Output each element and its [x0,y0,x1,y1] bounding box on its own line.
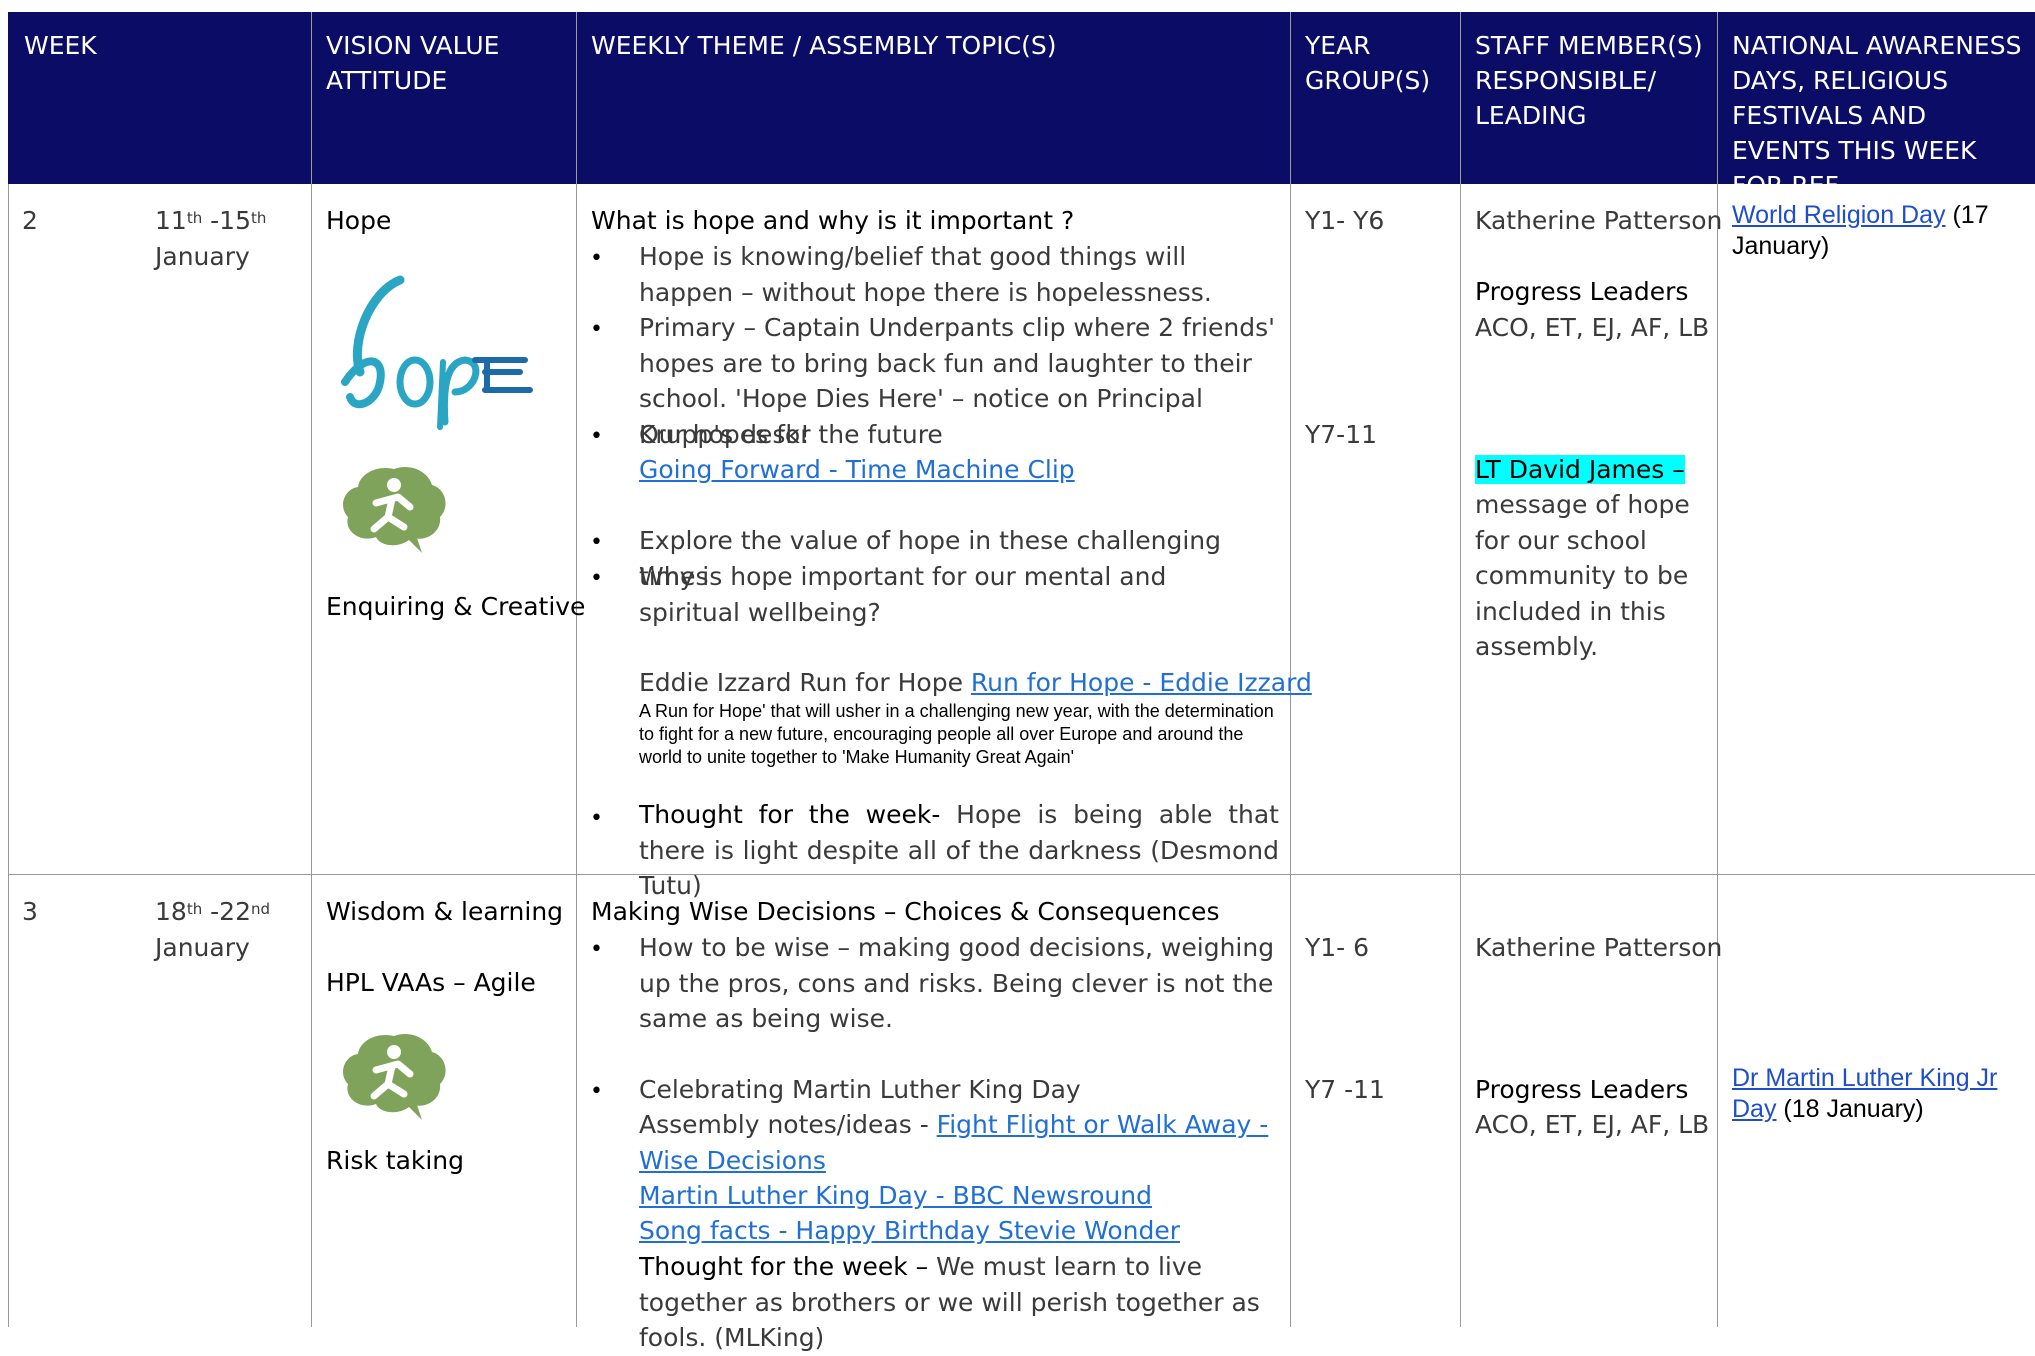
theme-bullet: Celebrating Martin Luther King Day [639,1075,1081,1104]
col-divider [1460,12,1461,1327]
link-mlk-newsround[interactable]: Martin Luther King Day - BBC Newsround [639,1178,1152,1214]
national-event: Dr Martin Luther King Jr Day (18 January… [1732,1064,1998,1123]
running-figure-icon [343,1033,446,1120]
table-left-border [8,184,9,1327]
staff-initials: ACO, ET, EJ, AF, LB [1475,313,1710,342]
week-number: 2 [22,206,38,235]
bullet: • [590,937,603,962]
run-description: A Run for Hope' that will usher in a cha… [639,701,1274,767]
header-week: WEEK [24,31,97,60]
attitude: Enquiring & Creative [326,592,586,621]
year-group: Y7 -11 [1305,1075,1385,1104]
vision-value: Wisdom & learning [326,897,564,926]
vision-value-2: HPL VAAs – Agile [326,968,536,997]
staff-highlight: LT David James – [1475,455,1685,484]
bullet: • [590,246,603,271]
staff-leaders: Progress Leaders [1475,277,1689,306]
bullet: • [590,530,603,555]
link-run-hope[interactable]: Run for Hope - Eddie Izzard [971,668,1312,697]
bullet: • [590,424,603,449]
header-theme: WEEKLY THEME / ASSEMBLY TOPIC(S) [591,31,1057,60]
assembly-planner-sheet: WEEK VISION VALUE ATTITUDE WEEKLY THEME … [0,0,2035,1352]
col-divider [576,12,577,1327]
bullet: • [590,1079,603,1104]
bullet: • [590,566,603,591]
week-dates: 18th -22nd January [155,897,271,962]
week-dates: 11th -15th January [155,206,267,271]
col-divider [311,12,312,1327]
year-group: Y1- 6 [1305,933,1370,962]
link-world-religion-day[interactable]: World Religion Day [1732,201,1946,229]
week-number: 3 [22,897,38,926]
theme-bullet: Hope is knowing/belief that good things … [639,242,1212,307]
header-staff: STAFF MEMBER(S) RESPONSIBLE/ LEADING [1475,31,1703,130]
theme-title: What is hope and why is it important ? [591,206,1075,235]
staff-name: Katherine Patterson [1475,206,1723,235]
national-event: World Religion Day (17 January) [1732,201,1989,260]
theme-title: Making Wise Decisions – Choices & Conseq… [591,897,1220,926]
year-group: Y7-11 [1305,420,1378,449]
eddie-line: Eddie Izzard Run for Hope Run for Hope -… [639,668,1312,697]
vision-value: Hope [326,206,392,235]
header-year: YEAR GROUP(S) [1305,31,1431,95]
staff-message: message of hope for our school community… [1475,490,1690,661]
staff-name: Katherine Patterson [1475,933,1723,962]
bullet: • [590,806,603,831]
header-national: NATIONAL AWARENESS DAYS, RELIGIOUS FESTI… [1732,31,2022,200]
running-figure-icon [343,466,446,553]
year-group: Y1- Y6 [1305,206,1385,235]
theme-bullet: Why is hope important for our mental and… [639,562,1167,627]
link-song-facts[interactable]: Song facts - Happy Birthday Stevie Wonde… [639,1213,1180,1249]
staff-initials: ACO, ET, EJ, AF, LB [1475,1110,1710,1139]
attitude: Risk taking [326,1146,465,1175]
header-vision: VISION VALUE ATTITUDE [326,31,500,95]
assembly-notes: Assembly notes/ideas - Fight Flight or W… [639,1110,1269,1175]
hope-logo [341,275,533,430]
theme-bullet: Our hopes for the future [639,420,943,449]
link-time-machine[interactable]: Going Forward - Time Machine Clip [639,452,1075,488]
thought-for-week: Thought for the week- Hope is being able… [639,800,1279,900]
staff-leaders: Progress Leaders [1475,1075,1689,1104]
theme-bullet: How to be wise – making good decisions, … [639,933,1275,1033]
thought-for-week: Thought for the week – We must learn to … [639,1252,1260,1352]
bullet: • [590,317,603,342]
